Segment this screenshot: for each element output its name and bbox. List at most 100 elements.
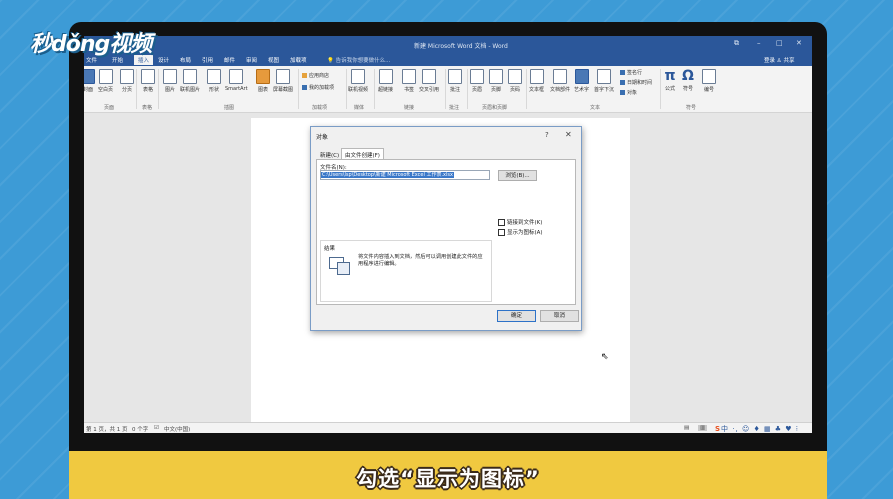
- tab-create-new[interactable]: 新建(C): [316, 148, 343, 159]
- hyperlink-button[interactable]: 超链接: [378, 69, 393, 93]
- pictures-button[interactable]: 图片: [163, 69, 177, 93]
- cross-reference-button[interactable]: 交叉引用: [419, 69, 439, 93]
- print-layout-icon[interactable]: ▥: [698, 425, 708, 431]
- tab-addins[interactable]: 加载项: [290, 56, 307, 64]
- group-media-label: 媒体: [354, 105, 365, 111]
- proofing-icon[interactable]: ☑: [154, 425, 159, 431]
- user-icon: ♙: [776, 58, 782, 64]
- number-icon: [702, 69, 716, 84]
- display-as-icon-checkbox[interactable]: 显示为图标(A): [498, 228, 543, 236]
- result-box: 结果 将文件内容插入到文档，然后可以调用创建此文件的应用程序进行编辑。: [320, 240, 492, 302]
- cancel-button[interactable]: 取消: [540, 310, 579, 322]
- comment-button[interactable]: 批注: [448, 69, 462, 93]
- pi-icon: π: [664, 68, 676, 84]
- ime-toolbar[interactable]: S中 ·, ☺ ♦ ▦ ♣ ♥ ⁝: [715, 424, 799, 433]
- online-pictures-button[interactable]: 联机图片: [180, 69, 200, 93]
- object-button[interactable]: 对象: [620, 89, 637, 96]
- language-status[interactable]: 中文(中国): [164, 425, 190, 433]
- checkbox-box: [498, 229, 505, 236]
- date-time-icon: [620, 80, 625, 85]
- divider: [445, 69, 446, 109]
- group-symbols-label: 符号: [686, 105, 697, 111]
- screenshot-button[interactable]: 屏幕截图: [273, 69, 293, 93]
- store-icon: [302, 73, 307, 78]
- header-button[interactable]: 页眉: [470, 69, 484, 93]
- ribbon-insert: 封面 空白页 分页 表格 图片 联机图片 形状 SmartArt 图表 屏幕截图…: [84, 66, 812, 113]
- table-icon: [141, 69, 155, 84]
- drop-cap-button[interactable]: 首字下沉: [594, 69, 614, 93]
- footer-icon: [489, 69, 503, 84]
- minimize-icon[interactable]: –: [757, 39, 761, 47]
- page-break-button[interactable]: 分页: [120, 69, 134, 93]
- wordart-button[interactable]: 艺术字: [574, 69, 589, 93]
- dialog-tab-panel: 文件名(N): C:\Users\lsp\Desktop\新建 Microsof…: [316, 159, 576, 305]
- header-icon: [470, 69, 484, 84]
- browse-button[interactable]: 浏览(B)...: [498, 170, 537, 181]
- store-button[interactable]: 应用商店: [302, 72, 329, 79]
- equation-button[interactable]: π 公式: [664, 69, 676, 92]
- cover-page-icon: [84, 69, 95, 84]
- hyperlink-icon: [378, 69, 393, 84]
- result-description: 将文件内容插入到文档，然后可以调用创建此文件的应用程序进行编辑。: [358, 254, 483, 267]
- watermark-logo: 秒dǒng视频: [30, 32, 152, 57]
- quick-parts-button[interactable]: 文档部件: [550, 69, 570, 93]
- table-button[interactable]: 表格: [141, 69, 155, 93]
- signature-line-button[interactable]: 签名行: [620, 69, 642, 76]
- link-to-file-checkbox[interactable]: 链接到文件(K): [498, 218, 542, 226]
- chart-button[interactable]: 图表: [256, 69, 270, 93]
- tell-me-placeholder: 告诉我你想要做什么...: [335, 58, 391, 64]
- tab-create-from-file[interactable]: 由文件创建(F): [341, 148, 384, 159]
- footer-button[interactable]: 页脚: [489, 69, 503, 93]
- date-time-button[interactable]: 日期和时间: [620, 79, 652, 86]
- symbol-button[interactable]: Ω 符号: [682, 69, 694, 92]
- group-pages-label: 页面: [104, 105, 115, 111]
- dialog-close-icon[interactable]: ✕: [565, 130, 572, 139]
- maximize-icon[interactable]: □: [776, 39, 783, 47]
- divider: [158, 69, 159, 109]
- ok-button[interactable]: 确定: [497, 310, 536, 322]
- page-number-button[interactable]: 页码: [508, 69, 522, 93]
- group-header-footer-label: 页眉和页脚: [482, 105, 508, 111]
- divider: [660, 69, 661, 109]
- tab-mailings[interactable]: 邮件: [224, 56, 235, 64]
- sign-in-link[interactable]: 登录: [764, 58, 775, 64]
- quick-parts-icon: [553, 69, 567, 84]
- text-box-icon: [529, 69, 544, 84]
- cover-page-button[interactable]: 封面: [84, 69, 95, 93]
- wordart-icon: [574, 69, 589, 84]
- smartart-button[interactable]: SmartArt: [225, 69, 248, 92]
- text-box-button[interactable]: 文本框: [529, 69, 544, 93]
- window-title: 新建 Microsoft Word 文档 - Word: [414, 43, 508, 50]
- help-icon[interactable]: ?: [545, 131, 549, 139]
- tab-review[interactable]: 审阅: [246, 56, 257, 64]
- user-area[interactable]: 登录 ♙ 共享: [764, 56, 794, 64]
- filename-field[interactable]: C:\Users\lsp\Desktop\新建 Microsoft Excel …: [320, 170, 490, 180]
- lightbulb-icon: 💡: [327, 58, 334, 64]
- picture-icon: [163, 69, 177, 84]
- tab-references[interactable]: 引用: [202, 56, 213, 64]
- word-count[interactable]: 0 个字: [132, 425, 148, 433]
- group-comments-label: 批注: [449, 105, 460, 111]
- ribbon-display-icon[interactable]: ⧉: [734, 39, 739, 48]
- tab-layout[interactable]: 布局: [180, 56, 191, 64]
- read-mode-icon[interactable]: ▤: [684, 425, 689, 431]
- tab-design[interactable]: 设计: [158, 56, 169, 64]
- screenshot-icon: [276, 69, 290, 84]
- close-icon[interactable]: ✕: [796, 39, 802, 47]
- tab-view[interactable]: 视图: [268, 56, 279, 64]
- word-window: 新建 Microsoft Word 文档 - Word ⧉ – □ ✕ 文件 开…: [84, 36, 812, 433]
- shapes-icon: [207, 69, 221, 84]
- shapes-button[interactable]: 形状: [207, 69, 221, 93]
- bookmark-button[interactable]: 书签: [402, 69, 416, 93]
- blank-page-button[interactable]: 空白页: [98, 69, 113, 93]
- page-count[interactable]: 第 1 页，共 1 页: [86, 425, 128, 433]
- filename-value: C:\Users\lsp\Desktop\新建 Microsoft Excel …: [321, 172, 454, 178]
- online-picture-icon: [183, 69, 197, 84]
- object-dialog: 对象 ? ✕ 新建(C) 由文件创建(F) 文件名(N): C:\Users\l…: [310, 126, 582, 331]
- number-button[interactable]: 编号: [702, 69, 716, 93]
- tell-me-search[interactable]: 💡 告诉我你想要做什么...: [327, 56, 390, 64]
- online-video-button[interactable]: 联机视频: [348, 69, 368, 93]
- share-button[interactable]: 共享: [783, 58, 794, 64]
- my-addins-button[interactable]: 我的加载项: [302, 84, 334, 91]
- subtitle-text: 勾选“显示为图标”: [356, 467, 540, 491]
